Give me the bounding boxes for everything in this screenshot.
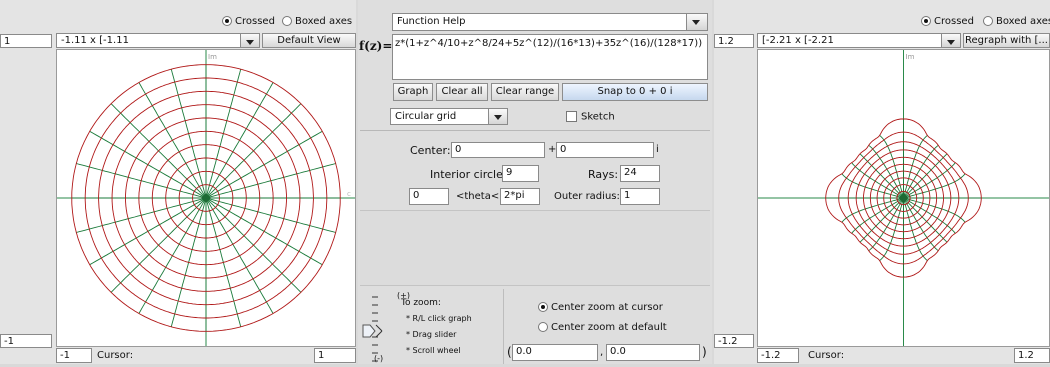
center-im-input[interactable]: 0 <box>556 142 654 158</box>
left-x-right[interactable]: 1 <box>314 348 356 363</box>
left-range-select[interactable]: -1.11 x [-1.11 <box>56 33 260 48</box>
snap-button[interactable]: Snap to 0 + 0 i <box>562 83 708 101</box>
interior-circles-label: Interior circles: <box>430 168 513 181</box>
right-x-left[interactable]: -1.2 <box>757 348 799 363</box>
empty-region <box>360 210 710 286</box>
right-range-select[interactable]: [-2.21 x [-2.21 <box>757 33 961 48</box>
right-radio-crossed[interactable]: Crossed <box>921 16 974 27</box>
right-graph-svg: Im <box>758 50 1049 346</box>
right-y-top[interactable]: 1.2 <box>714 34 754 48</box>
radio-on-icon <box>538 302 548 312</box>
left-graph-svg: Im c <box>57 50 355 346</box>
regraph-button[interactable]: Regraph with [... <box>963 33 1050 48</box>
chevron-down-icon <box>240 34 259 47</box>
left-x-left[interactable]: -1 <box>56 348 92 363</box>
divider <box>360 130 710 131</box>
right-radio-boxed[interactable]: Boxed axes <box>983 16 1050 27</box>
right-graph-canvas[interactable]: Im <box>757 49 1050 347</box>
center-label: Center: <box>410 144 451 157</box>
right-cursor-label: Cursor: <box>808 350 845 361</box>
chevron-down-icon <box>488 109 507 124</box>
chevron-down-icon <box>941 34 960 47</box>
center-re-input[interactable]: 0 <box>451 142 545 158</box>
radio-off-icon <box>538 322 548 332</box>
zoom-im-input[interactable]: 0.0 <box>606 344 700 361</box>
rays-input[interactable]: 24 <box>620 165 660 182</box>
left-y-top[interactable]: 1 <box>0 34 52 48</box>
radio-on-icon <box>222 16 232 26</box>
zoom-instr-3: * Scroll wheel <box>406 346 461 355</box>
interior-circles-input[interactable]: 9 <box>502 165 539 182</box>
fz-label: f(z)= <box>359 39 393 53</box>
radio-off-icon <box>983 16 993 26</box>
slider-thumb-icon[interactable] <box>362 324 376 338</box>
im-axis-label: Im <box>906 53 915 61</box>
center-zoom-cursor-radio[interactable]: Center zoom at cursor <box>538 302 663 313</box>
left-graph-canvas[interactable]: Im c <box>56 49 356 347</box>
outer-radius-label: Outer radius: <box>554 191 620 202</box>
re-axis-label: c <box>347 190 351 198</box>
formula-input[interactable]: z*(1+z^4/10+z^8/24+5z^(12)/(16*13)+35z^(… <box>392 34 708 80</box>
theta-max-input[interactable]: 2*pi <box>500 188 540 205</box>
radio-off-icon <box>282 16 292 26</box>
im-axis-label: Im <box>208 53 217 61</box>
zoom-instr-1: * R/L click graph <box>406 314 472 323</box>
function-help-select[interactable]: Function Help <box>392 13 708 31</box>
sketch-checkbox[interactable]: Sketch <box>566 111 615 123</box>
default-view-button[interactable]: Default View <box>262 33 356 48</box>
outer-radius-input[interactable]: 1 <box>620 188 660 205</box>
radio-on-icon <box>921 16 931 26</box>
chevron-down-icon <box>686 14 707 30</box>
center-zoom-default-radio[interactable]: Center zoom at default <box>538 322 667 333</box>
zoom-minus-label: (-) <box>374 354 384 363</box>
graph-button[interactable]: Graph <box>393 83 433 101</box>
paren-close: ) <box>702 345 707 359</box>
left-radio-boxed[interactable]: Boxed axes <box>282 16 352 27</box>
theta-min-input[interactable]: 0 <box>409 188 449 205</box>
comma-label: , <box>600 347 604 358</box>
clear-all-button[interactable]: Clear all <box>436 83 488 101</box>
zoom-instr-2: * Drag slider <box>406 330 457 339</box>
right-y-bottom[interactable]: -1.2 <box>714 334 754 348</box>
zoom-re-input[interactable]: 0.0 <box>512 344 598 361</box>
left-radio-crossed[interactable]: Crossed <box>222 16 275 27</box>
checkbox-icon <box>566 111 577 122</box>
theta-label: <theta< <box>456 191 500 202</box>
paren-open: ( <box>507 345 512 359</box>
grid-select[interactable]: Circular grid <box>390 108 508 125</box>
left-y-bottom[interactable]: -1 <box>0 334 52 348</box>
right-x-right[interactable]: 1.2 <box>1014 348 1050 363</box>
zoom-title: To zoom: <box>401 298 441 308</box>
left-cursor-label: Cursor: <box>97 350 134 361</box>
clear-range-button[interactable]: Clear range <box>491 83 559 101</box>
rays-label: Rays: <box>588 168 619 181</box>
i-label: i <box>656 144 659 155</box>
